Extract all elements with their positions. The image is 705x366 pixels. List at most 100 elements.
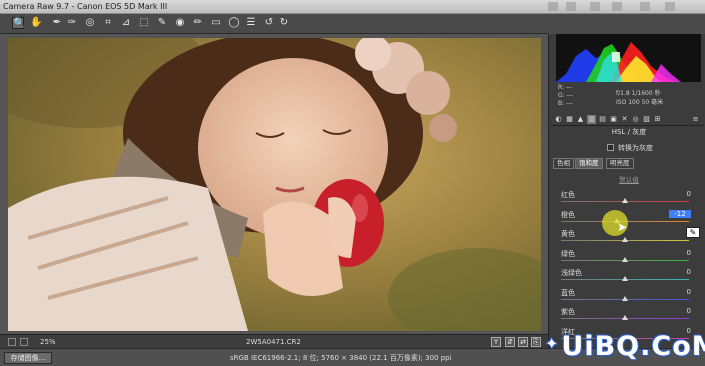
- color-sampler-icon[interactable]: ✑: [66, 17, 78, 29]
- slider-value-input[interactable]: 0: [669, 307, 691, 315]
- blue-readout: B: ---: [558, 100, 573, 107]
- iso-info: ISO 100 50 毫米: [616, 99, 664, 106]
- blur-overlay: [590, 2, 600, 11]
- blur-overlay: [665, 2, 675, 11]
- histogram-graph: [556, 42, 681, 82]
- basic-tab-icon[interactable]: ◐: [554, 115, 563, 124]
- rotate-ccw-icon[interactable]: ↺: [263, 17, 275, 29]
- slider-value-input[interactable]: 0: [669, 288, 691, 296]
- grayscale-checkbox[interactable]: [607, 144, 614, 151]
- photo-preview[interactable]: [8, 38, 541, 331]
- default-link[interactable]: 默认值: [559, 174, 699, 184]
- hsl-slider-row[interactable]: 蓝色 0: [561, 288, 701, 307]
- camera-readout: R: --- G: --- B: --- f/1.8 1/1600 秒 ISO …: [558, 84, 698, 112]
- slider-label: 黄色: [561, 230, 575, 238]
- workflow-options-link[interactable]: sRGB IEC61966-2.1; 8 位; 5760 × 3840 (22.…: [230, 353, 452, 363]
- slider-thumb[interactable]: [622, 198, 628, 203]
- preview-area[interactable]: [0, 34, 548, 334]
- grayscale-label: 转换为灰度: [618, 144, 653, 152]
- panel-tabs: ◐ ▦ ▲ ▥ ▤ ▣ ✕ ◎ ▧ ⊞ ≡: [551, 114, 704, 126]
- zoom-out-button[interactable]: [8, 338, 16, 346]
- radial-filter-icon[interactable]: ◯: [228, 17, 240, 29]
- snapshots-tab-icon[interactable]: ⊞: [653, 115, 662, 124]
- blur-overlay: [566, 2, 576, 11]
- camera-calibration-tab-icon[interactable]: ◎: [631, 115, 640, 124]
- preferences-icon[interactable]: ☰: [245, 17, 257, 29]
- red-readout: R: ---: [558, 84, 573, 91]
- slider-thumb[interactable]: [622, 315, 628, 320]
- zoom-in-button[interactable]: [20, 338, 28, 346]
- lens-tab-icon[interactable]: ▣: [609, 115, 618, 124]
- hsl-tab-icon[interactable]: ▥: [587, 115, 596, 124]
- zoom-icon[interactable]: 🔍: [12, 17, 25, 29]
- transform-icon[interactable]: ⬚: [138, 17, 150, 29]
- white-balance-icon[interactable]: ✒: [51, 17, 63, 29]
- photo-image: [8, 38, 541, 331]
- hsl-slider-row[interactable]: 浅绿色 0: [561, 268, 701, 287]
- blur-overlay: [640, 2, 650, 11]
- window-title: Camera Raw 9.7 - Canon EOS 5D Mark III: [3, 2, 168, 11]
- crop-icon[interactable]: ⌗: [102, 17, 114, 29]
- hsl-slider-row[interactable]: 红色 0: [561, 190, 701, 209]
- hsl-slider-row[interactable]: 橙色 -12: [561, 209, 701, 229]
- copy-settings-button[interactable]: ⎘: [531, 337, 541, 347]
- view-toggle-button[interactable]: Y: [491, 337, 501, 347]
- panel-header: [548, 14, 705, 34]
- watermark-logo: ✦UiBQ.CoM: [545, 331, 705, 362]
- slider-label: 绿色: [561, 249, 575, 258]
- save-image-button[interactable]: 存储图像...: [4, 352, 52, 364]
- adjustment-brush-icon[interactable]: ✏: [192, 17, 204, 29]
- subtab-saturation[interactable]: 饱和度: [575, 158, 603, 169]
- star-icon: ✦: [545, 334, 560, 353]
- tone-curve-tab-icon[interactable]: ▦: [565, 115, 574, 124]
- effects-tab-icon[interactable]: ✕: [620, 115, 629, 124]
- slider-value-input[interactable]: 0: [669, 268, 691, 276]
- zoom-level[interactable]: 25%: [40, 338, 56, 346]
- spot-removal-icon[interactable]: ✎: [156, 17, 168, 29]
- slider-label: 紫色: [561, 308, 575, 316]
- slider-label: 蓝色: [561, 288, 575, 297]
- slider-value-input[interactable]: 0: [669, 249, 691, 257]
- slider-thumb[interactable]: [622, 276, 628, 281]
- targeted-adjustment-cursor-icon: ✎: [686, 227, 700, 238]
- hand-icon[interactable]: ✋: [30, 17, 42, 29]
- blur-overlay: [548, 2, 558, 11]
- slider-label: 红色: [561, 191, 575, 199]
- swap-button[interactable]: ⇄: [518, 337, 528, 347]
- adjustment-panel: R: --- G: --- B: --- f/1.8 1/1600 秒 ISO …: [548, 34, 705, 348]
- split-toning-tab-icon[interactable]: ▤: [598, 115, 607, 124]
- mouse-cursor-icon: ➤: [617, 220, 628, 234]
- graduated-filter-icon[interactable]: ▭: [210, 17, 222, 29]
- red-eye-icon[interactable]: ◉: [174, 17, 186, 29]
- green-readout: G: ---: [558, 92, 574, 99]
- detail-tab-icon[interactable]: ▲: [576, 115, 585, 124]
- hsl-slider-row[interactable]: 绿色 0: [561, 249, 701, 268]
- slider-thumb[interactable]: [622, 256, 628, 262]
- slider-thumb[interactable]: [622, 237, 628, 242]
- slider-thumb[interactable]: [622, 295, 628, 301]
- histogram: [556, 34, 701, 82]
- rotate-cw-icon[interactable]: ↻: [278, 17, 290, 29]
- hsl-subtabs: 色相 饱和度 明亮度: [553, 158, 703, 169]
- filename: 2W5A0471.CR2: [246, 338, 301, 346]
- title-bar: Camera Raw 9.7 - Canon EOS 5D Mark III: [0, 0, 705, 14]
- panel-menu-icon[interactable]: ≡: [691, 115, 700, 124]
- subtab-luminance[interactable]: 明亮度: [606, 158, 634, 169]
- exposure-info: f/1.8 1/1600 秒: [616, 90, 661, 97]
- subtab-hue[interactable]: 色相: [553, 158, 574, 169]
- slider-label: 橙色: [561, 210, 575, 219]
- blur-overlay: [612, 2, 622, 11]
- hsl-slider-row[interactable]: 黄色0: [561, 229, 701, 248]
- grayscale-toggle[interactable]: 转换为灰度: [607, 143, 653, 153]
- toolbar: 🔍 ✋ ✒ ✑ ◎ ⌗ ⊿ ⬚ ✎ ◉ ✏ ▭ ◯ ☰ ↺ ↻: [0, 14, 548, 34]
- presets-tab-icon[interactable]: ▧: [642, 115, 651, 124]
- before-after-button[interactable]: ⇵: [505, 337, 515, 347]
- slider-value-input[interactable]: -12: [669, 209, 691, 218]
- targeted-adjustment-icon[interactable]: ◎: [84, 17, 96, 29]
- straighten-icon[interactable]: ⊿: [120, 17, 132, 29]
- section-title: HSL / 灰度: [611, 128, 647, 136]
- hsl-slider-row[interactable]: 紫色 0: [561, 307, 701, 326]
- status-bar: 25% 2W5A0471.CR2 Y ⇵ ⇄ ⎘: [0, 334, 548, 348]
- slider-label: 浅绿色: [561, 269, 582, 277]
- slider-value-input[interactable]: 0: [669, 190, 691, 198]
